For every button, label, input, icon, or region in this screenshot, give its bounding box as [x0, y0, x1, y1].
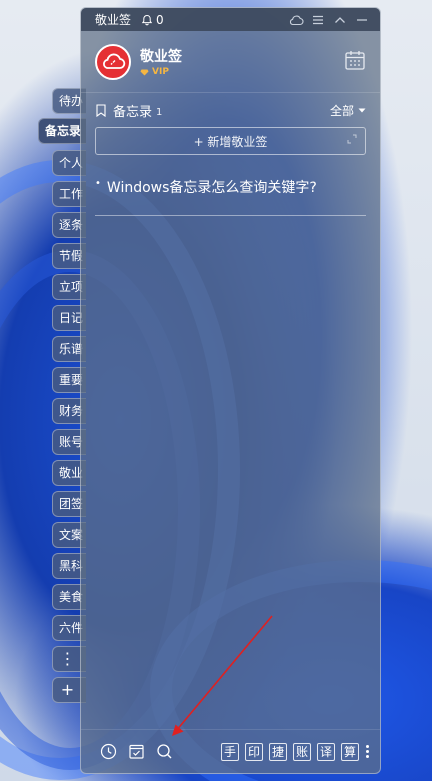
cloud-sync-button[interactable]	[286, 11, 306, 29]
more-tools-button[interactable]	[364, 745, 370, 758]
completed-button[interactable]	[125, 741, 147, 763]
search-button[interactable]	[153, 741, 175, 763]
plus-icon: +	[60, 680, 75, 699]
section-header: 备忘录 1 全部	[81, 93, 380, 127]
vip-label: VIP	[152, 67, 169, 77]
vip-badge: VIP	[140, 67, 182, 77]
section-title: 备忘录	[113, 104, 153, 120]
collapse-button[interactable]	[330, 11, 350, 29]
reminder-indicator[interactable]: 0	[141, 13, 164, 27]
add-note-label: + 新增敬业签	[193, 134, 268, 149]
avatar[interactable]	[95, 43, 131, 80]
checkbox-icon	[128, 744, 144, 759]
tool-ledger-button[interactable]: 账	[293, 742, 311, 761]
clock-icon	[100, 743, 116, 760]
diamond-icon	[140, 69, 149, 75]
bullet-icon: •	[95, 178, 101, 189]
tool-calculator-button[interactable]: 算	[341, 742, 359, 761]
filter-dropdown[interactable]: 全部	[330, 102, 366, 119]
note-text: Windows备忘录怎么查询关键字?	[106, 180, 317, 196]
minimize-button[interactable]	[352, 11, 372, 29]
caret-down-icon	[358, 108, 366, 112]
bell-icon	[141, 14, 153, 25]
note-item[interactable]: • Windows备忘录怎么查询关键字?	[95, 177, 366, 216]
more-vertical-icon: ⋮	[59, 649, 76, 668]
reminder-count: 0	[156, 12, 164, 27]
hamburger-icon	[313, 15, 323, 24]
profile-header: 敬业签 VIP	[81, 31, 380, 93]
bookmark-icon	[96, 103, 106, 117]
reminder-button[interactable]	[97, 741, 119, 763]
sticky-notes-panel: 敬业签 0 敬业签 VIP 备忘录 1 全部 + 新增敬业签 • Windows…	[80, 7, 381, 774]
tool-print-button[interactable]: 印	[245, 742, 263, 761]
minimize-icon	[357, 18, 367, 21]
cloud-logo-icon	[103, 53, 126, 69]
expand-icon	[347, 134, 357, 144]
calendar-icon	[345, 50, 365, 70]
search-icon	[156, 744, 171, 759]
tool-translate-button[interactable]: 译	[317, 742, 335, 761]
bottom-toolbar: 手 印 捷 账 译 算	[81, 729, 380, 773]
note-count: 1	[156, 106, 163, 118]
calendar-button[interactable]	[344, 49, 366, 75]
tool-shortcut-button[interactable]: 捷	[269, 742, 287, 761]
side-tab-memo[interactable]: 备忘录	[38, 118, 86, 144]
filter-label: 全部	[329, 103, 354, 118]
chevron-up-icon	[335, 16, 345, 23]
title-bar[interactable]: 敬业签 0	[81, 8, 380, 31]
app-title: 敬业签	[95, 13, 132, 27]
menu-button[interactable]	[308, 11, 328, 29]
add-note-button[interactable]: + 新增敬业签	[95, 127, 366, 155]
cloud-icon	[289, 15, 304, 25]
tool-handwrite-button[interactable]: 手	[221, 742, 239, 761]
profile-name: 敬业签	[140, 49, 182, 65]
